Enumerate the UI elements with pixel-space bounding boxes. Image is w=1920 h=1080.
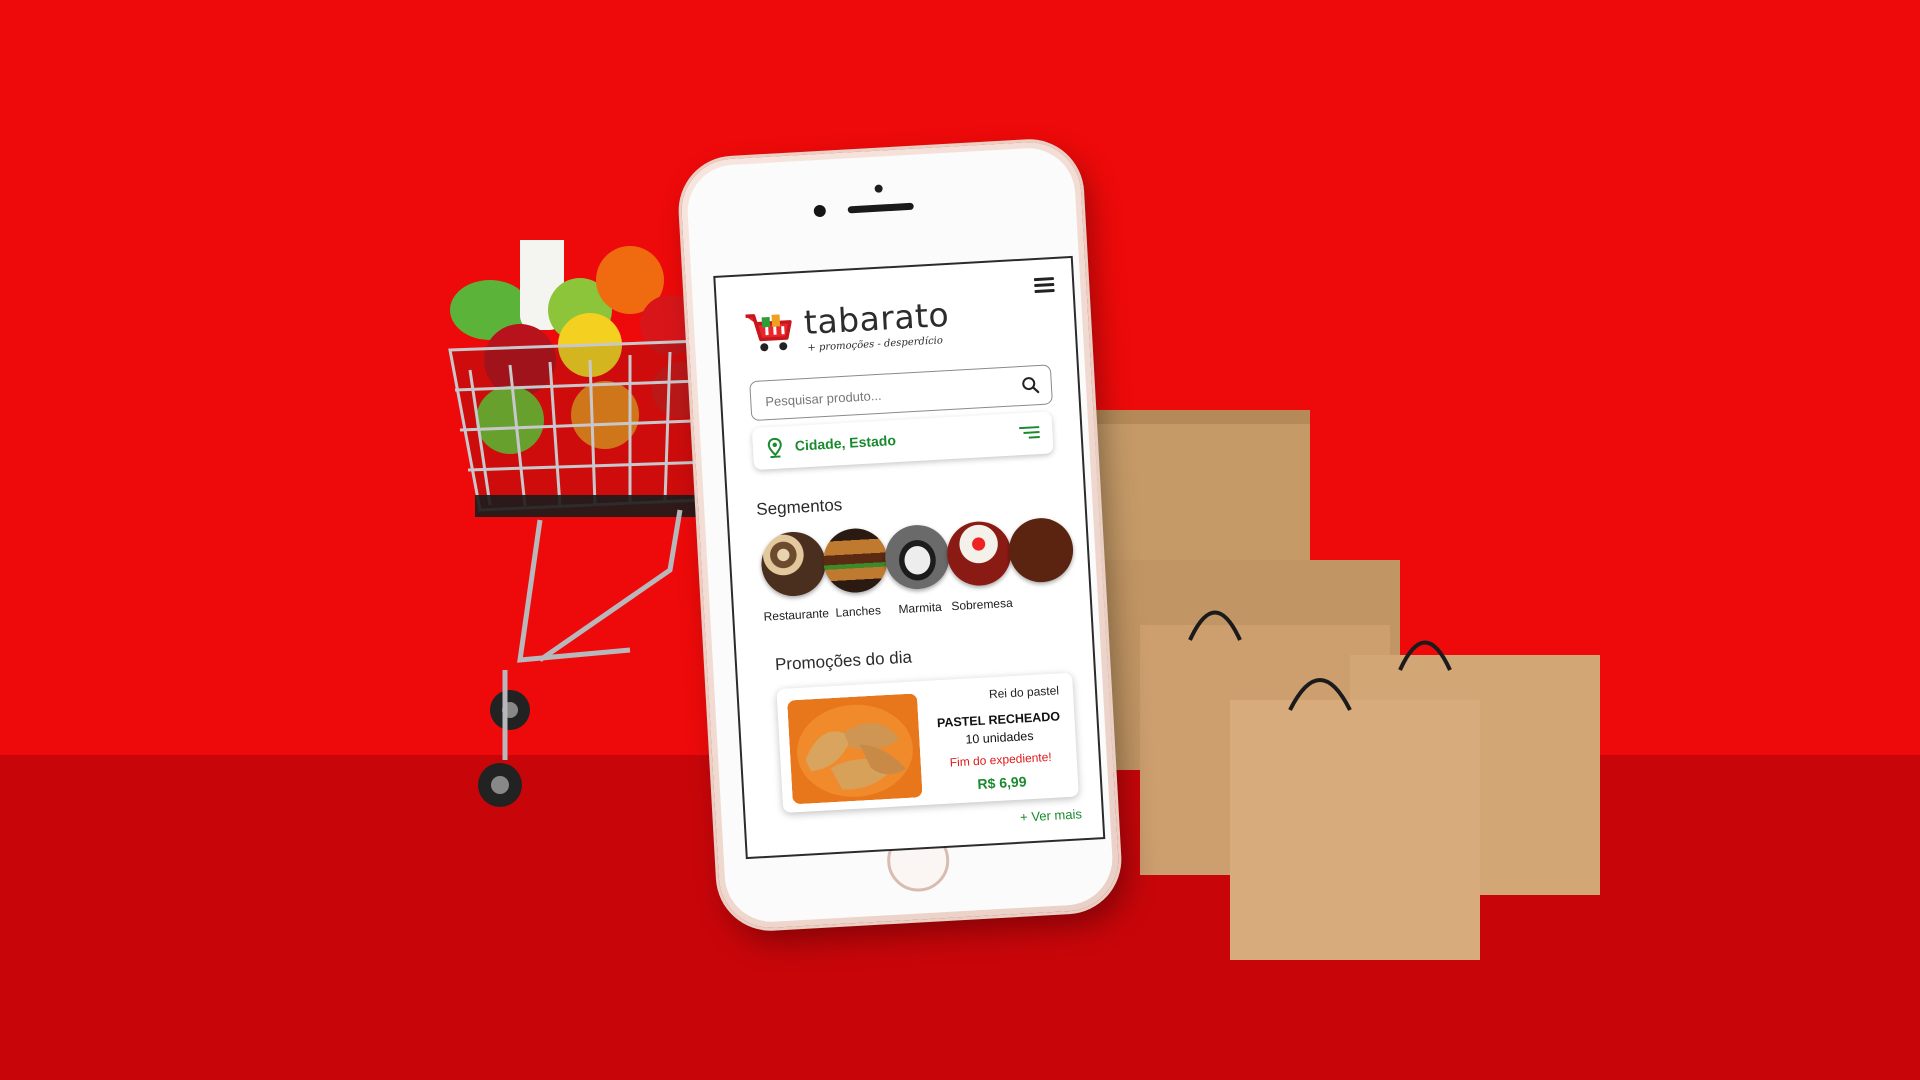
restaurant-thumbnail — [759, 530, 828, 598]
phone-speaker — [847, 202, 914, 214]
location-pin-icon — [767, 437, 782, 459]
promotion-card[interactable]: Rei do pastel PASTEL RECHEADO 10 unidade… — [776, 672, 1079, 813]
dessert-thumbnail — [945, 519, 1013, 588]
segments-list: Restaurante Lanches Marmita Sobremesa — [756, 514, 1106, 634]
filter-icon[interactable] — [1018, 425, 1041, 440]
pastel-photo — [787, 693, 923, 805]
segment-more[interactable] — [1003, 516, 1078, 584]
front-camera — [813, 204, 827, 218]
marmita-thumbnail — [883, 523, 951, 591]
menu-icon[interactable] — [1033, 277, 1055, 294]
app-header: tabarato + promoções - desperdício — [715, 258, 1075, 368]
store-name: Rei do pastel — [988, 683, 1060, 702]
segment-label: Sobremesa — [950, 595, 1014, 614]
search-field[interactable] — [749, 364, 1053, 422]
app-screen: tabarato + promoções - desperdício Pesqu… — [713, 255, 1106, 860]
promotions-title: Promoções do dia — [774, 647, 913, 675]
cart-logo-icon — [745, 314, 792, 352]
see-more-link[interactable]: + Ver mais — [1020, 806, 1083, 824]
phone-mockup: tabarato + promoções - desperdício Pesqu… — [678, 139, 1122, 931]
location-label: Cidade, Estado — [794, 432, 897, 454]
search-icon[interactable] — [1020, 375, 1041, 396]
phone-face: tabarato + promoções - desperdício Pesqu… — [685, 145, 1115, 925]
search-input[interactable] — [762, 367, 1009, 422]
product-quantity: 10 unidades — [965, 728, 1034, 747]
burger-thumbnail — [821, 526, 890, 595]
more-thumbnail — [1007, 516, 1075, 584]
promo-badge: Fim do expediente! — [949, 749, 1053, 770]
location-selector[interactable]: Cidade, Estado — [751, 411, 1054, 471]
phone-sensor — [874, 184, 883, 193]
segments-title: Segmentos — [755, 495, 843, 519]
product-price: R$ 6,99 — [977, 773, 1027, 793]
brand-name: tabarato — [802, 294, 951, 342]
boxes-and-bags-image — [1060, 400, 1640, 960]
